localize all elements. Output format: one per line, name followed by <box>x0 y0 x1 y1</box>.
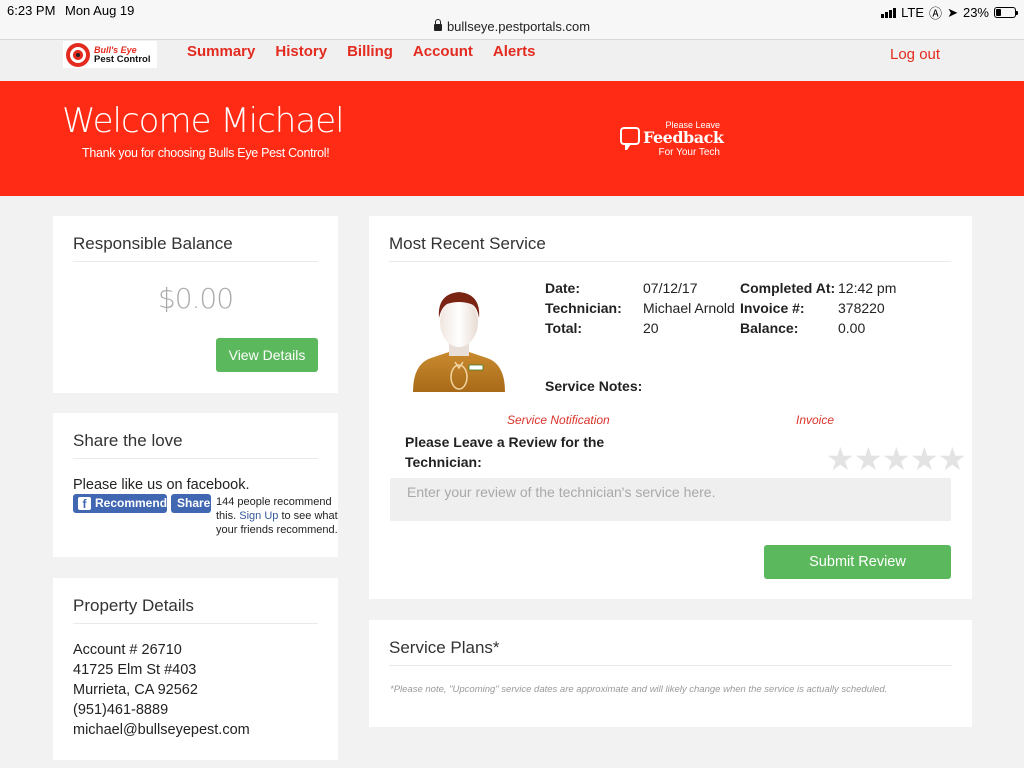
divider <box>389 665 952 666</box>
star-icon[interactable]: ★ <box>910 443 939 475</box>
completed-time: 12:42 pm <box>838 280 897 296</box>
divider <box>389 261 951 262</box>
total-label: Total: <box>545 320 583 336</box>
facebook-share-button[interactable]: Share <box>171 494 211 513</box>
service-notes-label: Service Notes: <box>545 378 643 394</box>
facebook-icon: f <box>78 497 91 511</box>
feedback-bottom-text: For Your Tech <box>658 147 720 158</box>
battery-percent: 23% <box>962 5 989 20</box>
bullseye-logo-icon <box>66 42 90 67</box>
facebook-recommend-button[interactable]: f Recommend <box>73 494 167 513</box>
invoice-number: 378220 <box>838 300 885 316</box>
service-date: 07/12/17 <box>643 280 698 296</box>
phone-number: (951)461-8889 <box>73 702 169 718</box>
nav-account[interactable]: Account <box>413 43 473 60</box>
logout-link[interactable]: Log out <box>890 46 940 63</box>
balance-title: Responsible Balance <box>73 234 233 253</box>
divider <box>73 623 318 624</box>
logo-line1: Bull's Eye <box>94 44 137 55</box>
service-plans-card: Service Plans* *Please note, "Upcoming" … <box>369 620 972 727</box>
status-bar: 6:23 PM Mon Aug 19 LTE Ⓐ ➤ 23% bullseye.… <box>0 0 1024 40</box>
service-values-col1: 07/12/17 Michael Arnold 20 <box>643 278 735 338</box>
email-address: michael@bullseyepest.com <box>73 722 250 738</box>
address-bar[interactable]: bullseye.pestportals.com <box>0 19 1024 34</box>
review-prompt: Please Leave a Review for the Technician… <box>405 434 605 470</box>
network-label: LTE <box>901 5 925 20</box>
facebook-signup-link[interactable]: Sign Up <box>239 510 278 522</box>
nav-links: Summary History Billing Account Alerts <box>187 43 535 60</box>
property-details: Account # 26710 41725 Elm St #403 Murrie… <box>73 640 250 740</box>
welcome-subtitle: Thank you for choosing Bulls Eye Pest Co… <box>82 146 330 160</box>
divider <box>73 261 318 262</box>
property-title: Property Details <box>73 596 194 615</box>
balance-label: Balance: <box>740 320 799 336</box>
url-text: bullseye.pestportals.com <box>446 19 591 34</box>
feedback-link[interactable]: Please Leave Feedback For Your Tech <box>620 120 724 160</box>
feedback-main-text: Feedback <box>643 128 724 147</box>
status-date: Mon Aug 19 <box>65 3 135 18</box>
service-total: 20 <box>643 320 659 336</box>
view-details-button[interactable]: View Details <box>216 338 318 372</box>
invoice-label: Invoice #: <box>740 300 805 316</box>
star-icon[interactable]: ★ <box>826 443 855 475</box>
status-time: 6:23 PM <box>7 3 56 18</box>
nav-history[interactable]: History <box>275 43 327 60</box>
service-plans-note: *Please note, "Upcoming" service dates a… <box>390 684 888 695</box>
service-balance: 0.00 <box>838 320 866 336</box>
service-plans-title: Service Plans* <box>389 638 500 657</box>
recommend-label: Recommend <box>95 496 168 510</box>
service-labels-col2: Completed At: Invoice #: Balance: <box>740 278 835 338</box>
recent-service-card: Most Recent Service Date: Technician: To… <box>369 216 972 599</box>
battery-icon <box>994 7 1018 18</box>
technician-name: Michael Arnold <box>643 300 735 316</box>
share-title: Share the love <box>73 431 183 450</box>
balance-card: Responsible Balance $0.00 View Details <box>53 216 338 393</box>
logo-line2: Pest Control <box>94 53 151 65</box>
completed-label: Completed At: <box>740 280 836 296</box>
service-notification-link[interactable]: Service Notification <box>507 413 610 427</box>
submit-review-button[interactable]: Submit Review <box>764 545 951 579</box>
star-icon[interactable]: ★ <box>882 443 911 475</box>
facebook-prompt: Please like us on facebook. <box>73 477 250 493</box>
welcome-heading: Welcome Michael <box>62 101 345 141</box>
star-icon[interactable]: ★ <box>854 443 883 475</box>
service-values-col2: 12:42 pm 378220 0.00 <box>838 278 896 338</box>
signal-icon <box>881 7 897 18</box>
nav-billing[interactable]: Billing <box>347 43 393 60</box>
technician-avatar-icon <box>413 292 505 392</box>
address-line1: 41725 Elm St #403 <box>73 662 197 678</box>
lock-icon <box>433 19 442 31</box>
service-title: Most Recent Service <box>389 234 546 253</box>
date-label: Date: <box>545 280 581 296</box>
recommend-count-text: 144 people recommend this. Sign Up to se… <box>216 495 341 537</box>
invoice-link[interactable]: Invoice <box>796 413 834 427</box>
account-number: Account # 26710 <box>73 642 182 658</box>
speech-bubble-icon <box>620 127 640 150</box>
service-labels-col1: Date: Technician: Total: <box>545 278 622 338</box>
star-icon[interactable]: ★ <box>938 443 967 475</box>
technician-label: Technician: <box>545 300 622 316</box>
review-input[interactable] <box>390 478 951 521</box>
top-nav: Bull's Eye Pest Control Summary History … <box>0 40 1024 81</box>
logo[interactable]: Bull's Eye Pest Control <box>63 41 157 68</box>
nav-summary[interactable]: Summary <box>187 43 255 60</box>
divider <box>73 458 318 459</box>
property-card: Property Details Account # 26710 41725 E… <box>53 578 338 760</box>
share-card: Share the love Please like us on faceboo… <box>53 413 338 557</box>
nav-alerts[interactable]: Alerts <box>493 43 536 60</box>
star-rating[interactable]: ★ ★ ★ ★ ★ <box>826 443 967 475</box>
balance-amount: $0.00 <box>157 282 234 315</box>
welcome-banner: Welcome Michael Thank you for choosing B… <box>0 81 1024 196</box>
address-line2: Murrieta, CA 92562 <box>73 682 198 698</box>
